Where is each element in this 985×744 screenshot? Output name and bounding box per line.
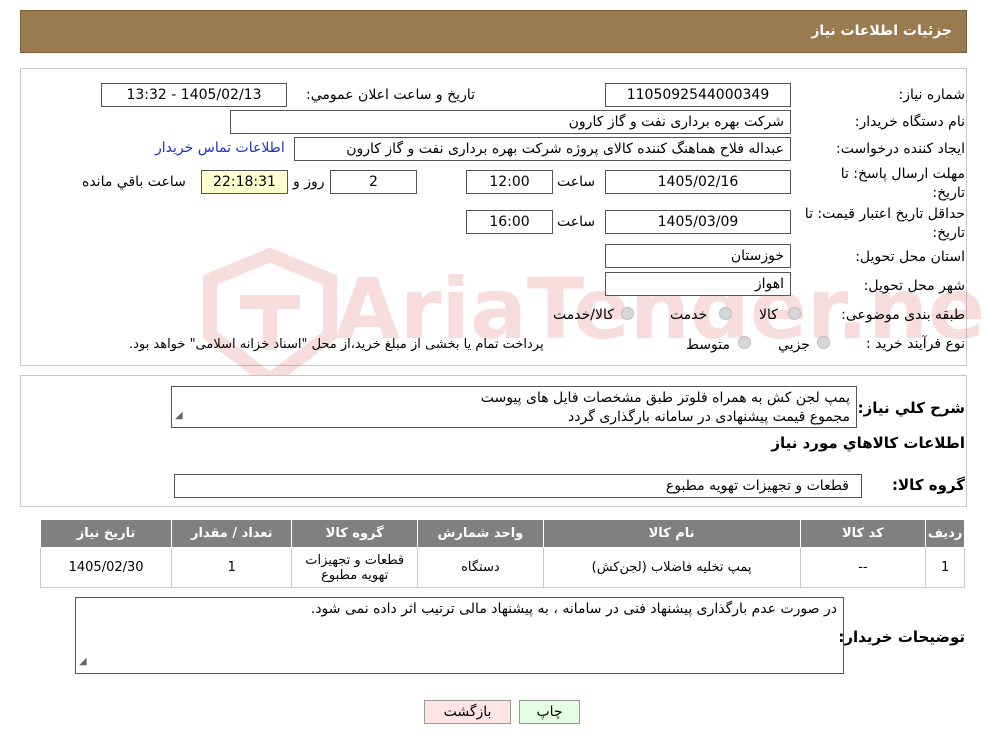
cell-group: قطعات و تجهیزات تهویه مطبوع (291, 547, 419, 588)
creator-label: ايجاد کننده درخواست: (836, 141, 965, 157)
remaining-time-field: 22:18:31 (201, 170, 288, 194)
price-valid-label: حداقل تاريخ اعتبار قيمت: تا تاريخ: (804, 206, 965, 241)
col-qty-header: تعداد / مقدار (171, 519, 293, 548)
category-goods-radio[interactable] (788, 307, 801, 320)
buyer-notes-label: توضيحات خريدار: (838, 628, 965, 646)
items-table: رديف کد کالا نام کالا واحد شمارش گروه کا… (39, 519, 965, 588)
print-button[interactable]: چاپ (519, 700, 580, 724)
process-medium-label: متوسط (686, 337, 730, 353)
days-label: روز و (293, 174, 325, 190)
deadline-label: مهلت ارسال پاسخ: تا تاريخ: (840, 166, 965, 201)
col-row-header: رديف (925, 519, 965, 548)
cell-unit: دستگاه (417, 547, 544, 588)
category-service-radio[interactable] (719, 307, 732, 320)
table-header-row: رديف کد کالا نام کالا واحد شمارش گروه کا… (39, 519, 965, 548)
category-service-label: خدمت (670, 307, 708, 323)
deadline-time-label: ساعت (557, 174, 596, 190)
announce-label: تاریخ و ساعت اعلان عمومي: (306, 87, 475, 103)
need-number-label: شماره نیاز: (898, 87, 966, 103)
process-note: پرداخت تمام يا بخشی از مبلغ خريد،از محل … (129, 337, 544, 352)
buyer-org-field: شرکت بهره برداری نفت و گاز کارون (230, 110, 791, 134)
days-field: 2 (330, 170, 417, 194)
col-code-header: کد کالا (799, 519, 927, 548)
process-partial-radio[interactable] (817, 336, 830, 349)
category-both-label: کالا/خدمت (553, 307, 614, 323)
category-label: طبقه بندی موضوعی: (841, 307, 965, 323)
description-label: شرح کلي نياز: (857, 399, 965, 417)
page-header: جزئیات اطلاعات نیاز (20, 10, 967, 53)
col-date-header: تاريخ نياز (39, 519, 173, 548)
description-line-1: پمپ لجن کش به همراه فلوتر طبق مشخصات فای… (480, 390, 850, 406)
description-textarea[interactable]: پمپ لجن کش به همراه فلوتر طبق مشخصات فای… (171, 386, 857, 428)
announce-field: 1405/02/13 - 13:32 (101, 83, 287, 107)
buyer-contact-link[interactable]: اطلاعات تماس خريدار (155, 140, 285, 156)
goods-group-field: قطعات و تجهیزات تهویه مطبوع (174, 474, 862, 498)
remaining-label: ساعت باقي مانده (82, 174, 186, 190)
city-field: اهواز (605, 272, 791, 296)
category-both-radio[interactable] (621, 307, 634, 320)
table-row: 1 -- پمپ تخلیه فاضلاب (لجن‌کش) دستگاه قط… (39, 547, 965, 588)
cell-code: -- (799, 547, 927, 588)
cell-date: 1405/02/30 (39, 547, 173, 588)
goods-group-label: گروه کالا: (892, 476, 965, 494)
process-partial-label: جزيي (778, 337, 810, 353)
resize-grip-icon[interactable]: ◢ (79, 652, 87, 671)
page-title: جزئیات اطلاعات نیاز (811, 23, 952, 39)
description-line-2: مجموع قیمت پیشنهادی در سامانه بارگذاری گ… (568, 409, 850, 425)
deadline-time-field: 12:00 (466, 170, 553, 194)
price-valid-time-label: ساعت (557, 214, 596, 230)
cell-name: پمپ تخلیه فاضلاب (لجن‌کش) (542, 547, 801, 588)
cell-row: 1 (925, 547, 965, 588)
price-valid-time-field: 16:00 (466, 210, 553, 234)
col-name-header: نام کالا (542, 519, 801, 548)
col-unit-header: واحد شمارش (417, 519, 544, 548)
cell-qty: 1 (171, 547, 293, 588)
city-label: شهر محل تحويل: (863, 278, 965, 294)
buyer-org-label: نام دستگاه خريدار: (854, 114, 965, 130)
province-label: استان محل تحويل: (855, 249, 965, 265)
province-field: خوزستان (605, 244, 791, 268)
col-group-header: گروه کالا (291, 519, 419, 548)
buyer-notes-textarea[interactable]: در صورت عدم بارگذاری پیشنهاد فنی در ساما… (75, 597, 844, 674)
deadline-date-field: 1405/02/16 (605, 170, 791, 194)
creator-field: عبداله فلاح هماهنگ کننده کالای پروژه شرک… (294, 137, 791, 161)
resize-grip-icon[interactable]: ◢ (175, 406, 183, 425)
goods-section-title: اطلاعات کالاهاي مورد نياز (771, 434, 965, 452)
process-medium-radio[interactable] (738, 336, 751, 349)
buyer-notes-text: در صورت عدم بارگذاری پیشنهاد فنی در ساما… (310, 601, 837, 617)
price-valid-date-field: 1405/03/09 (605, 210, 791, 234)
need-number-field: 1105092544000349 (605, 83, 791, 107)
category-goods-label: کالا (759, 307, 778, 323)
process-label: نوع فرآيند خريد : (866, 336, 965, 352)
back-button[interactable]: بازگشت (424, 700, 511, 724)
